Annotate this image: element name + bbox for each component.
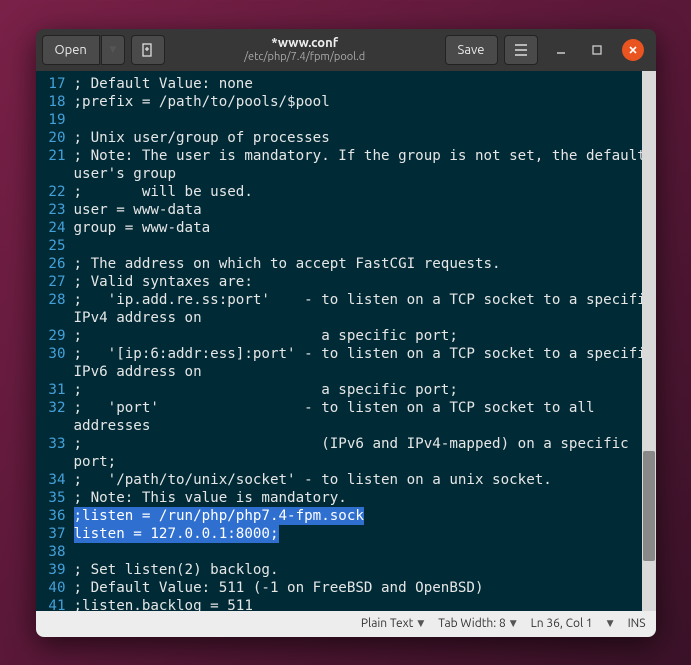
menu-button[interactable] [504, 35, 538, 65]
title-area: *www.conf /etc/php/7.4/fpm/pool.d [171, 36, 439, 62]
document-path: /etc/php/7.4/fpm/pool.d [244, 51, 365, 63]
line-number: 25 [46, 237, 66, 255]
code-line: ; 'port' - to listen on a TCP socket to … [74, 399, 638, 417]
code-line: IPv4 address on [74, 309, 638, 327]
line-number: 17 [46, 75, 66, 93]
code-line: IPv6 address on [74, 363, 638, 381]
save-button[interactable]: Save [445, 35, 498, 65]
chevron-down-icon: ▼ [510, 618, 517, 629]
close-button[interactable] [622, 39, 644, 61]
insert-mode[interactable]: INS [628, 617, 646, 630]
code-line: ; Default Value: none [74, 75, 638, 93]
code-line: ; Note: The user is mandatory. If the gr… [74, 147, 638, 165]
line-number: 39 [46, 561, 66, 579]
cursor-position-label: Ln 36, Col 1 [531, 617, 593, 630]
minimize-icon [556, 45, 566, 55]
code-line: ; a specific port; [74, 327, 638, 345]
line-number: 38 [46, 543, 66, 561]
code-line: ; '/path/to/unix/socket' - to listen on … [74, 471, 638, 489]
line-number: 31 [46, 381, 66, 399]
line-number: 19 [46, 111, 66, 129]
line-number [46, 417, 66, 435]
line-number: 36 [46, 507, 66, 525]
line-number: 29 [46, 327, 66, 345]
cursor-position[interactable]: Ln 36, Col 1 [531, 617, 593, 630]
code-line [74, 111, 638, 129]
chevron-down-icon: ▼ [607, 618, 614, 629]
line-number: 41 [46, 597, 66, 615]
line-number: 33 [46, 435, 66, 453]
code-line: ; 'ip.add.re.ss:port' - to listen on a T… [74, 291, 638, 309]
new-tab-button[interactable] [131, 35, 165, 65]
line-number: 37 [46, 525, 66, 543]
document-title: *www.conf [271, 36, 338, 50]
line-number [46, 309, 66, 327]
open-button[interactable]: Open [42, 35, 100, 65]
code-line: group = www-data [74, 219, 638, 237]
code-line: user's group [74, 165, 638, 183]
line-number-gutter: 1718192021 22232425262728 2930 3132 33 343536… [36, 71, 72, 611]
code-line [74, 237, 638, 255]
line-number: 35 [46, 489, 66, 507]
line-number: 32 [46, 399, 66, 417]
code-line: ; Unix user/group of processes [74, 129, 638, 147]
code-line: ; will be used. [74, 183, 638, 201]
line-number: 30 [46, 345, 66, 363]
line-number: 34 [46, 471, 66, 489]
window-controls [550, 39, 644, 61]
titlebar: Open ▼ *www.conf /etc/php/7.4/fpm/pool.d… [36, 29, 656, 71]
editor-area: 1718192021 22232425262728 2930 3132 33 343536… [36, 71, 656, 611]
code-line: ; Set listen(2) backlog. [74, 561, 638, 579]
line-number [46, 453, 66, 471]
line-number: 28 [46, 291, 66, 309]
statusbar: Plain Text ▼ Tab Width: 8 ▼ Ln 36, Col 1… [36, 611, 656, 637]
line-number [46, 165, 66, 183]
code-line: port; [74, 453, 638, 471]
line-number: 23 [46, 201, 66, 219]
line-number [46, 363, 66, 381]
editor-window: Open ▼ *www.conf /etc/php/7.4/fpm/pool.d… [36, 29, 656, 637]
line-number: 18 [46, 93, 66, 111]
code-line: ; Valid syntaxes are: [74, 273, 638, 291]
close-icon [628, 45, 638, 55]
new-document-icon [141, 43, 155, 57]
open-recent-dropdown[interactable]: ▼ [101, 35, 125, 65]
minimize-button[interactable] [550, 39, 572, 61]
code-line: ;prefix = /path/to/pools/$pool [74, 93, 638, 111]
tab-width-selector[interactable]: Tab Width: 8 ▼ [438, 617, 516, 630]
code-line [74, 543, 638, 561]
code-line: ; '[ip:6:addr:ess]:port' - to listen on … [74, 345, 638, 363]
maximize-icon [592, 45, 602, 55]
maximize-button[interactable] [586, 39, 608, 61]
code-line: listen = 127.0.0.1:8000; [74, 525, 638, 543]
line-number: 21 [46, 147, 66, 165]
line-number: 40 [46, 579, 66, 597]
code-content[interactable]: ; Default Value: none;prefix = /path/to/… [72, 71, 642, 611]
line-number: 26 [46, 255, 66, 273]
code-line: addresses [74, 417, 638, 435]
syntax-selector[interactable]: Plain Text ▼ [361, 617, 424, 630]
tab-width-label: Tab Width: 8 [438, 617, 505, 630]
scrollbar-thumb[interactable] [643, 451, 655, 561]
scrollbar-vertical[interactable] [642, 71, 656, 611]
code-line: ; a specific port; [74, 381, 638, 399]
line-number: 24 [46, 219, 66, 237]
insert-mode-label: INS [628, 617, 646, 630]
chevron-down-icon: ▼ [109, 44, 116, 55]
chevron-down-icon: ▼ [417, 618, 424, 629]
line-number: 22 [46, 183, 66, 201]
code-line: user = www-data [74, 201, 638, 219]
code-line: ; Default Value: 511 (-1 on FreeBSD and … [74, 579, 638, 597]
line-number: 20 [46, 129, 66, 147]
code-line: ; Note: This value is mandatory. [74, 489, 638, 507]
code-line: ;listen.backlog = 511 [74, 597, 638, 611]
code-line: ; (IPv6 and IPv4-mapped) on a specific [74, 435, 638, 453]
line-number: 27 [46, 273, 66, 291]
code-line: ;listen = /run/php/php7.4-fpm.sock [74, 507, 638, 525]
code-line: ; The address on which to accept FastCGI… [74, 255, 638, 273]
syntax-label: Plain Text [361, 617, 414, 630]
hamburger-icon [514, 44, 528, 56]
